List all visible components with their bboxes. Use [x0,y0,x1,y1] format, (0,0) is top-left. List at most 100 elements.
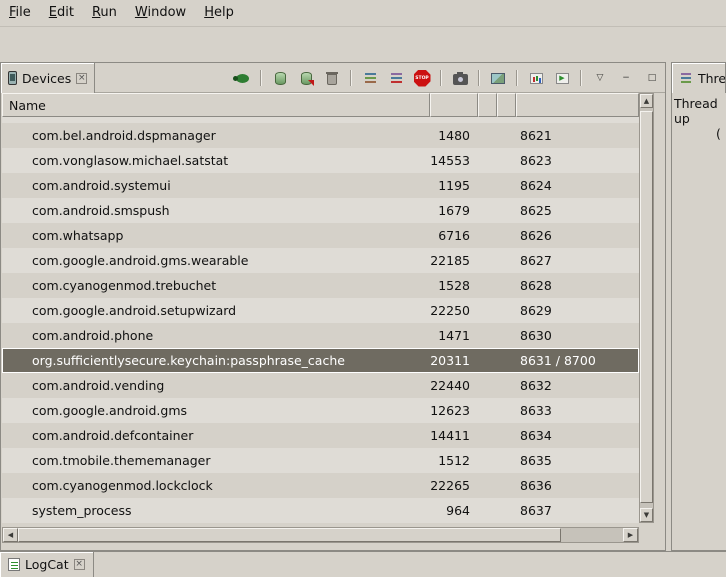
process-port: 8625 [516,203,639,218]
heap-dump-icon [301,72,312,85]
process-name: com.android.phone [2,328,430,343]
device-table-body: com.bel.android.dspmanager 1480 8621 com… [2,117,639,523]
vertical-scroll-thumb[interactable] [640,111,653,503]
process-name: com.cyanogenmod.trebuchet [2,278,430,293]
profiling-icon [530,73,543,84]
process-name: com.android.systemui [2,178,430,193]
table-row[interactable]: system_process 964 8637 [2,498,639,523]
scroll-right-button[interactable]: ▶ [623,528,638,542]
process-name: com.google.android.gms [2,403,430,418]
start-method-profiling-button[interactable] [526,69,546,88]
debug-process-button[interactable] [232,69,252,88]
minimize-button[interactable]: − [616,69,636,88]
process-port: 8627 [516,253,639,268]
table-row[interactable]: com.cyanogenmod.lockclock 22265 8636 [2,473,639,498]
column-header-blank-2[interactable] [497,93,516,117]
bug-icon [236,74,249,83]
logcat-icon [8,558,20,571]
column-header-name[interactable]: Name [2,93,430,117]
threads-tabbar: Threads [672,63,726,93]
cause-gc-button[interactable] [322,69,342,88]
maximize-icon: □ [648,74,657,83]
table-row[interactable]: com.whatsapp 6716 8626 [2,223,639,248]
close-icon[interactable]: × [74,559,85,570]
view-menu-button[interactable]: ▽ [590,69,610,88]
table-row[interactable]: com.android.defcontainer 14411 8634 [2,423,639,448]
threads-tab-icon [679,72,693,84]
column-header-port[interactable] [516,93,639,117]
tracing-icon: ▶ [556,73,569,84]
tab-logcat[interactable]: LogCat × [0,552,94,577]
process-pid: 6716 [430,228,478,243]
table-row[interactable]: com.google.android.gms.wearable 22185 86… [2,248,639,273]
process-port: 8621 [516,128,639,143]
process-name: com.whatsapp [2,228,430,243]
screen-capture-button[interactable] [450,69,470,88]
menu-run[interactable]: Run [83,0,126,26]
table-row[interactable]: com.android.systemui 1195 8624 [2,173,639,198]
process-pid: 12623 [430,403,478,418]
dump-hprof-button[interactable] [296,69,316,88]
toolbar-separator [478,70,480,86]
process-name: com.android.defcontainer [2,428,430,443]
update-threads-button[interactable] [360,69,380,88]
process-name: com.google.android.gms.wearable [2,253,430,268]
heap-cylinder-icon [275,72,286,85]
column-header-blank-1[interactable] [478,93,497,117]
device-table-header: Name [2,93,639,117]
image-icon [491,73,505,84]
process-name: system_process [2,503,430,518]
menu-help[interactable]: Help [195,0,243,26]
process-port: 8628 [516,278,639,293]
process-port: 8636 [516,478,639,493]
capture-trace-button[interactable]: ▶ [552,69,572,88]
process-pid: 1528 [430,278,478,293]
menu-bar: File Edit Run Window Help [0,0,726,27]
horizontal-scrollbar[interactable]: ◀ ▶ [2,527,639,543]
process-name: com.android.vending [2,378,430,393]
scroll-left-button[interactable]: ◀ [3,528,18,542]
menu-file[interactable]: File [0,0,40,26]
table-row[interactable]: com.vonglasow.michael.satstat 14553 8623 [2,148,639,173]
scroll-down-button[interactable]: ▼ [640,508,653,522]
vertical-scrollbar[interactable]: ▲ ▼ [639,93,654,523]
update-heap-button[interactable] [270,69,290,88]
table-row[interactable]: com.android.vending 22440 8632 [2,373,639,398]
process-port: 8630 [516,328,639,343]
column-header-pid[interactable] [430,93,478,117]
table-row[interactable]: com.google.android.setupwizard 22250 862… [2,298,639,323]
system-info-button[interactable] [488,69,508,88]
dump-thread-stacks-button[interactable] [386,69,406,88]
process-pid: 1471 [430,328,478,343]
maximize-button[interactable]: □ [642,69,662,88]
process-name: com.google.android.setupwizard [2,303,430,318]
table-row[interactable]: com.google.android.gms 12623 8633 [2,398,639,423]
process-pid: 1512 [430,453,478,468]
menu-window[interactable]: Window [126,0,195,26]
threads-message-line-2: ( [674,126,724,141]
horizontal-scroll-thumb[interactable] [18,528,561,542]
tab-devices[interactable]: Devices × [1,63,95,93]
tab-threads[interactable]: Threads [672,63,726,93]
table-row[interactable]: com.android.smspush 1679 8625 [2,198,639,223]
threads-message: Thread up ( [672,93,726,144]
stop-process-button[interactable]: STOP [412,69,432,88]
process-port: 8623 [516,153,639,168]
table-row[interactable]: org.sufficientlysecure.keychain:passphra… [2,348,639,373]
table-row[interactable]: com.bel.android.dspmanager 1480 8621 [2,123,639,148]
table-row[interactable]: com.android.phone 1471 8630 [2,323,639,348]
minimize-icon: − [622,74,630,83]
menu-edit[interactable]: Edit [40,0,83,26]
process-name: com.tmobile.thememanager [2,453,430,468]
stop-icon: STOP [414,70,431,87]
close-icon[interactable]: × [76,73,87,84]
threads-dump-icon [391,73,402,75]
toolbar-separator [440,70,442,86]
process-name: org.sufficientlysecure.keychain:passphra… [2,353,430,368]
threads-tab-label: Threads [698,71,726,86]
devices-tab-label: Devices [22,71,71,86]
process-pid: 22265 [430,478,478,493]
scroll-up-button[interactable]: ▲ [640,94,653,108]
table-row[interactable]: com.tmobile.thememanager 1512 8635 [2,448,639,473]
table-row[interactable]: com.cyanogenmod.trebuchet 1528 8628 [2,273,639,298]
